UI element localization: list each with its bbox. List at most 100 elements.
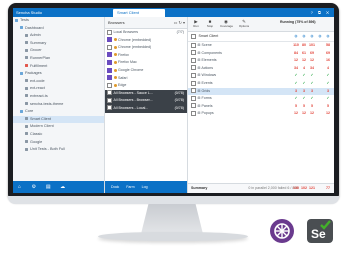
sidebar-item[interactable]: Modern Client bbox=[13, 123, 104, 131]
test-label: Forms bbox=[201, 96, 212, 101]
sidebar-item[interactable]: Unit Tests - Both Full bbox=[13, 146, 104, 154]
browser-icon bbox=[113, 45, 117, 49]
sidebar-item[interactable]: Core bbox=[13, 108, 104, 116]
sidebar-item[interactable]: Dashboard bbox=[13, 25, 104, 33]
browser-checkbox[interactable] bbox=[107, 97, 112, 103]
sidebar-item[interactable]: Fulfillment bbox=[13, 63, 104, 71]
summary-count: 130 bbox=[293, 186, 299, 190]
footer-log[interactable]: Log bbox=[142, 185, 148, 189]
test-checkbox[interactable] bbox=[191, 72, 196, 78]
sidebar-tree: Tests Dashboard Admin Summary Grocer RunnerPl… bbox=[13, 17, 104, 181]
stop-button[interactable]: ■ Stop bbox=[204, 19, 216, 28]
sidebar-item[interactable]: Smart Client bbox=[13, 115, 104, 124]
browser-item[interactable]: Firefox Mac bbox=[105, 59, 187, 67]
test-checkbox[interactable] bbox=[191, 50, 196, 56]
browser-label: Safari bbox=[118, 75, 128, 80]
test-row[interactable]: ⊞ Grids 3 3 3 3 bbox=[188, 87, 334, 96]
sidebar-item-label: Packages bbox=[25, 71, 42, 76]
browser-item[interactable]: Safari bbox=[105, 75, 187, 83]
footer-dock[interactable]: Dock bbox=[111, 185, 119, 189]
browser-checkbox[interactable] bbox=[107, 90, 112, 96]
test-row[interactable]: ⊞ Events ✓ ✓ ✓ ✓ bbox=[188, 80, 334, 88]
result-cell: ✓ bbox=[326, 80, 330, 85]
result-cell: 3 bbox=[311, 88, 313, 93]
options-button[interactable]: ✎ Options bbox=[238, 19, 250, 28]
browser-checkbox[interactable] bbox=[107, 67, 112, 73]
home-icon[interactable]: ⌂ bbox=[13, 181, 26, 193]
result-cell: 5 bbox=[295, 103, 297, 108]
browser-checkbox[interactable] bbox=[107, 82, 112, 88]
cloud-icon[interactable]: ☁ bbox=[56, 181, 69, 193]
test-checkbox[interactable] bbox=[191, 103, 196, 109]
browsers-title: Browsers bbox=[108, 20, 125, 25]
test-checkbox[interactable] bbox=[191, 80, 196, 86]
test-checkbox[interactable] bbox=[191, 95, 196, 101]
browser-checkbox[interactable] bbox=[107, 29, 112, 35]
options-label: Options bbox=[238, 24, 250, 28]
sidebar-item[interactable]: sencha-tests-theme bbox=[13, 101, 104, 109]
folder-icon bbox=[20, 26, 23, 30]
test-row[interactable]: ⊞ Forms ✓ ✓ ✓ ✓ bbox=[188, 95, 334, 103]
sidebar-item[interactable]: Tests bbox=[13, 17, 104, 25]
test-row[interactable]: ⊞ Elements 12 12 12 16 bbox=[188, 57, 334, 65]
sidebar-item[interactable]: Grocer bbox=[13, 47, 104, 55]
result-columns: 3 3 3 3 bbox=[292, 88, 332, 96]
sidebar-item[interactable]: extreact-ts bbox=[13, 93, 104, 101]
browser-item[interactable]: All Browsers - Sauce L... (0/78) bbox=[105, 89, 187, 98]
browser-item[interactable]: Firefox bbox=[105, 52, 187, 60]
window-controls[interactable]: ? ⧉ ✕ bbox=[311, 10, 331, 15]
file-icon bbox=[25, 41, 28, 45]
result-cell: 3 bbox=[327, 88, 329, 93]
browser-checkbox[interactable] bbox=[107, 75, 112, 81]
test-checkbox[interactable] bbox=[191, 57, 196, 63]
gear-icon[interactable]: ⚙ bbox=[27, 181, 40, 193]
sidebar-item[interactable]: Packages bbox=[13, 70, 104, 78]
result-columns: 5 5 5 5 bbox=[292, 103, 332, 111]
folder-icon[interactable]: ▤ bbox=[42, 181, 55, 193]
file-icon bbox=[25, 147, 28, 151]
browser-item[interactable]: Chrome (embedded) bbox=[105, 37, 187, 45]
select-all-checkbox[interactable] bbox=[191, 33, 196, 39]
sidebar-item-label: Tests bbox=[20, 18, 29, 22]
footer-farm[interactable]: Farm bbox=[126, 185, 134, 189]
test-row[interactable]: ⊞ Components 84 61 69 69 bbox=[188, 50, 334, 58]
result-cell: 80 bbox=[302, 43, 306, 47]
coverage-button[interactable]: ◉ Coverage bbox=[220, 19, 233, 28]
test-row[interactable]: ⊞ Scene 110 80 101 58 bbox=[188, 42, 334, 50]
result-cell: 34 bbox=[310, 65, 314, 70]
test-checkbox[interactable] bbox=[191, 42, 196, 48]
summary-info: 0 in parallel 2,000 failed 6 / 896 bbox=[248, 186, 299, 190]
sidebar-item[interactable]: ext-react bbox=[13, 85, 104, 93]
sidebar-item[interactable]: Google bbox=[13, 139, 104, 147]
browser-item[interactable]: All Browsers - Local... (0/78) bbox=[105, 104, 187, 113]
run-button[interactable]: ▶ Run bbox=[190, 19, 202, 28]
browser-checkbox[interactable] bbox=[107, 59, 112, 65]
sidebar-item[interactable]: RunnerPlan bbox=[13, 55, 104, 63]
test-checkbox[interactable] bbox=[191, 110, 196, 116]
sidebar-item[interactable]: Classic bbox=[13, 131, 104, 139]
browsers-tools[interactable]: ▭ ↻ ▾ bbox=[174, 17, 185, 28]
test-row[interactable]: ⊞ Popups 12 12 12 12 bbox=[188, 110, 334, 118]
test-toolbar: ▶ Run ■ Stop ◉ Coverage ✎ Options Running (7… bbox=[188, 17, 334, 32]
browser-checkbox[interactable] bbox=[107, 44, 112, 50]
sidebar-item[interactable]: Summary bbox=[13, 40, 104, 48]
result-columns: 110 80 101 58 bbox=[292, 42, 332, 50]
test-checkbox[interactable] bbox=[191, 65, 196, 71]
browser-checkbox[interactable] bbox=[107, 52, 112, 58]
browser-checkbox[interactable] bbox=[107, 37, 112, 43]
tab-smart-client[interactable]: Smart Client bbox=[113, 9, 165, 17]
browser-item[interactable]: All Browsers - Browser... (0/78) bbox=[105, 97, 187, 105]
browser-checkbox[interactable] bbox=[107, 105, 112, 111]
browser-icon: ◍ bbox=[294, 34, 298, 38]
result-cell: 12 bbox=[302, 111, 306, 116]
browser-item[interactable]: Edge bbox=[105, 82, 187, 90]
sidebar-item[interactable]: Admin bbox=[13, 32, 104, 40]
test-row[interactable]: ⊞ Windows ✓ ✓ ✓ ✓ bbox=[188, 72, 334, 80]
browser-item[interactable]: Chrome (embedded) bbox=[105, 44, 187, 52]
test-checkbox[interactable] bbox=[191, 88, 196, 94]
test-row[interactable]: ⊞ Actions 34 4 34 4 bbox=[188, 65, 334, 73]
sidebar-item[interactable]: ext-code bbox=[13, 78, 104, 86]
browser-item[interactable]: Google Chrome bbox=[105, 67, 187, 75]
test-row[interactable]: ⊞ Panels 5 5 5 5 bbox=[188, 103, 334, 111]
browser-item[interactable]: Local Browsers (7/7) bbox=[105, 29, 187, 37]
